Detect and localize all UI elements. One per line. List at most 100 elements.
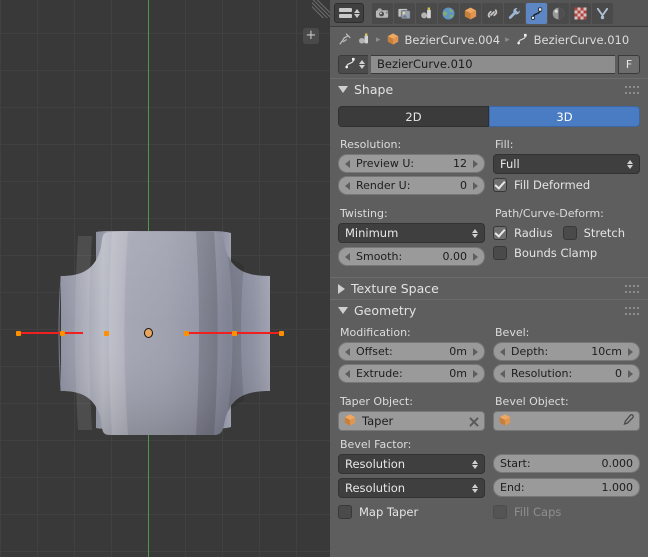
offset-field[interactable]: Offset: 0m <box>338 342 485 361</box>
map-taper-row[interactable]: Map Taper <box>338 505 485 519</box>
smooth-field[interactable]: Smooth: 0.00 <box>338 247 485 266</box>
panel-grip-icon <box>624 283 640 295</box>
tab-world[interactable] <box>438 2 459 24</box>
control-point[interactable] <box>279 331 284 336</box>
increment-arrow-icon[interactable] <box>473 369 478 378</box>
control-point[interactable] <box>184 331 189 336</box>
increment-arrow-icon[interactable] <box>473 347 478 356</box>
control-point[interactable] <box>232 331 237 336</box>
dimension-option-3d[interactable]: 3D <box>489 106 640 127</box>
fill-deformed-row[interactable]: Fill Deformed <box>493 178 640 192</box>
increment-arrow-icon[interactable] <box>473 159 478 168</box>
bevel-resolution-field[interactable]: Resolution: 0 <box>493 364 640 383</box>
increment-arrow-icon[interactable] <box>628 347 633 356</box>
bounds-clamp-label: Bounds Clamp <box>514 246 598 260</box>
dimension-option-2d[interactable]: 2D <box>338 106 489 127</box>
eyedropper-icon[interactable] <box>621 413 635 430</box>
bevel-start-field[interactable]: Start: 0.000 <box>493 454 640 473</box>
taper-object-field[interactable]: Taper <box>338 411 485 431</box>
tab-render[interactable] <box>372 2 393 24</box>
fill-deformed-label: Fill Deformed <box>514 178 591 192</box>
editor-type-selector[interactable] <box>334 3 364 23</box>
bevel-depth-field[interactable]: Depth: 10cm <box>493 342 640 361</box>
bevel-object-field[interactable] <box>493 411 640 431</box>
tab-render-layers[interactable] <box>394 2 415 24</box>
decrement-arrow-icon[interactable] <box>345 181 350 190</box>
panel-body-geometry: Modification: Offset: 0m Extrude: 0m Bev… <box>330 321 648 530</box>
viewport-corner-grip[interactable] <box>312 0 330 18</box>
decrement-arrow-icon[interactable] <box>500 369 505 378</box>
bevel-factor-start-row: Resolution Start: 0.000 <box>338 454 640 474</box>
control-point[interactable] <box>104 331 109 336</box>
bevel-depth-label: Depth: <box>511 345 549 358</box>
control-point[interactable] <box>16 331 21 336</box>
smooth-value: 0.00 <box>442 250 468 263</box>
panel-grip-icon <box>624 305 640 317</box>
panel-header-geometry[interactable]: Geometry <box>330 299 648 321</box>
properties-header <box>330 0 648 27</box>
extrude-field[interactable]: Extrude: 0m <box>338 364 485 383</box>
panel-header-texture-space[interactable]: Texture Space <box>330 277 648 299</box>
render-u-field[interactable]: Render U: 0 <box>338 176 485 195</box>
fill-mode-dropdown[interactable]: Full <box>493 154 640 174</box>
map-taper-checkbox[interactable] <box>338 505 352 519</box>
fake-user-button[interactable]: F <box>618 55 640 74</box>
bevel-label: Bevel: <box>495 326 530 339</box>
tab-modifiers[interactable] <box>504 2 525 24</box>
breadcrumb-object-label: BezierCurve.004 <box>404 33 501 47</box>
datablock-name-input[interactable]: BezierCurve.010 <box>371 55 615 74</box>
chevron-updown-icon <box>472 459 478 469</box>
fill-caps-checkbox <box>493 505 507 519</box>
fill-mode-value: Full <box>500 157 520 171</box>
tab-curve-data[interactable] <box>526 2 547 24</box>
chevron-updown-icon <box>472 483 478 493</box>
bevel-start-mapping-value: Resolution <box>345 457 406 471</box>
bounds-clamp-checkbox[interactable] <box>493 246 507 260</box>
toolbar-toggle-button[interactable]: + <box>303 28 319 44</box>
radius-checkbox[interactable] <box>493 226 507 240</box>
breadcrumb: ▸ BezierCurve.004 ▸ BezierCurve.010 <box>330 27 648 53</box>
breadcrumb-data[interactable]: BezierCurve.010 <box>515 32 630 49</box>
fill-deformed-checkbox[interactable] <box>493 178 507 192</box>
bevel-start-mapping-dropdown[interactable]: Resolution <box>338 454 485 474</box>
bevel-resolution-value: 0 <box>615 367 622 380</box>
stretch-checkbox[interactable] <box>562 226 577 240</box>
control-point[interactable] <box>60 331 65 336</box>
increment-arrow-icon[interactable] <box>628 369 633 378</box>
panel-header-shape[interactable]: Shape <box>330 78 648 100</box>
tab-material[interactable] <box>548 2 569 24</box>
tab-constraints[interactable] <box>482 2 503 24</box>
path-deform-label: Path/Curve-Deform: <box>495 207 604 220</box>
3d-viewport[interactable]: + <box>0 0 330 557</box>
bevel-end-field[interactable]: End: 1.000 <box>493 478 640 497</box>
decrement-arrow-icon[interactable] <box>500 347 505 356</box>
radius-row[interactable]: Radius <box>493 226 553 240</box>
taper-object-value: Taper <box>362 414 394 428</box>
decrement-arrow-icon[interactable] <box>345 252 350 261</box>
decrement-arrow-icon[interactable] <box>345 369 350 378</box>
breadcrumb-data-label: BezierCurve.010 <box>533 33 630 47</box>
datablock-type-selector[interactable] <box>338 55 368 74</box>
preview-u-field[interactable]: Preview U: 12 <box>338 154 485 173</box>
render-u-label: Render U: <box>356 179 411 192</box>
decrement-arrow-icon[interactable] <box>345 159 350 168</box>
bevel-end-mapping-dropdown[interactable]: Resolution <box>338 478 485 498</box>
tab-texture[interactable] <box>570 2 591 24</box>
increment-arrow-icon[interactable] <box>473 252 478 261</box>
tab-particles[interactable] <box>592 2 613 24</box>
tab-scene[interactable] <box>416 2 437 24</box>
increment-arrow-icon[interactable] <box>473 181 478 190</box>
twist-method-dropdown[interactable]: Minimum <box>338 223 485 243</box>
panel-title-geometry: Geometry <box>354 303 417 318</box>
bounds-clamp-row[interactable]: Bounds Clamp <box>493 246 640 260</box>
curve-edit-overlay[interactable] <box>0 0 330 557</box>
decrement-arrow-icon[interactable] <box>345 347 350 356</box>
x-icon[interactable] <box>467 415 480 428</box>
preview-u-label: Preview U: <box>356 157 415 170</box>
object-origin[interactable] <box>144 328 153 338</box>
breadcrumb-object[interactable]: BezierCurve.004 <box>386 32 501 49</box>
tab-object[interactable] <box>460 2 481 24</box>
stretch-row[interactable]: Stretch <box>562 226 625 240</box>
pin-icon[interactable] <box>338 32 352 49</box>
render-u-value: 0 <box>460 179 467 192</box>
